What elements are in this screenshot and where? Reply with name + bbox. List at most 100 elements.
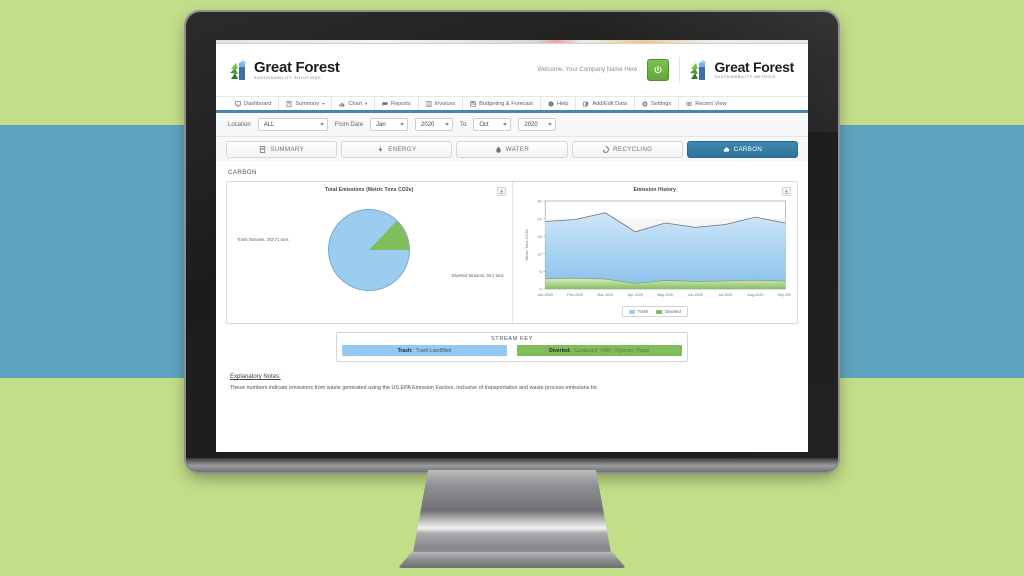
header-divider xyxy=(679,57,681,83)
tab-label: RECYCLING xyxy=(613,145,653,153)
metric-tabs: SUMMARY ENERGY WATER RECYCLING CARBON xyxy=(216,137,808,161)
brand-logo-right[interactable]: Great Forest SUSTAINABILITY METRICS xyxy=(690,58,794,82)
from-date-label: From Date xyxy=(334,121,364,128)
svg-text:18: 18 xyxy=(537,234,542,239)
summary-icon xyxy=(259,145,266,153)
legend-swatch-icon xyxy=(628,309,635,314)
chevron-down-icon xyxy=(319,123,324,126)
monitor-bottom-bar xyxy=(186,458,838,472)
to-year-select[interactable]: 2020 xyxy=(518,118,557,131)
nav-item-label: Budgeting & Forecast xyxy=(479,100,533,107)
svg-text:Apr-2020: Apr-2020 xyxy=(627,293,642,297)
stream-key-title: STREAM KEY xyxy=(490,336,534,342)
pie-chart[interactable] xyxy=(328,209,411,291)
from-month-select[interactable]: Jan xyxy=(370,118,409,131)
stream-key-diverted: Diverted: Cardboard, GMP, Organics, Pape… xyxy=(517,345,682,356)
svg-text:Metric Tons CO2e: Metric Tons CO2e xyxy=(524,228,529,261)
svg-text:May-2020: May-2020 xyxy=(657,293,674,297)
droplet-icon xyxy=(496,145,501,153)
pie-label-trash: Trash Streams, 203.71 tons xyxy=(237,237,289,242)
stream-key-diverted-label: Diverted: xyxy=(549,347,571,354)
legend-label: Diverted xyxy=(665,309,681,314)
brand-name: Great Forest xyxy=(254,59,340,76)
to-month-select[interactable]: Oct xyxy=(473,118,512,131)
legend-item-trash[interactable]: Trash xyxy=(628,309,649,314)
svg-text:Aug-2020: Aug-2020 xyxy=(747,293,763,297)
location-label: Location xyxy=(228,121,251,128)
bolt-icon xyxy=(378,145,383,153)
invoice-icon xyxy=(426,100,432,107)
stream-key-trash-value: Trash-Landfilled xyxy=(415,347,452,354)
total-emissions-title: Total Emissions (Metric Tons CO2e) xyxy=(325,187,414,193)
chevron-down-icon xyxy=(503,123,508,126)
eye-icon xyxy=(686,101,693,106)
svg-text:?: ? xyxy=(550,102,552,106)
tab-summary[interactable]: SUMMARY xyxy=(226,140,338,158)
explanatory-notes: Explanatory Notes: These numbers indicat… xyxy=(216,362,808,392)
tab-label: WATER xyxy=(505,145,530,153)
location-select[interactable]: ALL xyxy=(257,118,328,131)
nav-item-recent-view[interactable]: Recent View xyxy=(679,97,733,110)
tab-label: ENERGY xyxy=(388,145,417,153)
nav-item-chart[interactable]: Chart ▾ xyxy=(332,97,376,110)
calculator-icon xyxy=(470,100,476,107)
nav-item-budgeting-forecast[interactable]: Budgeting & Forecast xyxy=(463,97,541,110)
chevron-down-icon xyxy=(548,123,553,126)
filter-bar: Location ALL From Date Jan 2020 To Oct 2… xyxy=(216,113,808,137)
to-month-value: Oct xyxy=(479,121,489,128)
nav-item-invoices[interactable]: Invoices xyxy=(419,97,464,110)
from-year-value: 2020 xyxy=(421,121,435,128)
app-header: Great Forest SUSTAINABILITY SOLUTIONS We… xyxy=(216,44,808,96)
brand-logo-left[interactable]: Great Forest SUSTAINABILITY SOLUTIONS xyxy=(230,58,340,82)
nav-item-label: Chart xyxy=(348,100,363,107)
svg-text:Jul-2020: Jul-2020 xyxy=(718,293,732,297)
brand-subtitle-right: SUSTAINABILITY METRICS xyxy=(714,75,776,79)
great-forest-metrics-logo-icon xyxy=(690,60,710,82)
main-navigation: Dashboard Summary ▾ Chart ▾ Reports Invoices Bu… xyxy=(216,96,808,113)
tab-water[interactable]: WATER xyxy=(456,140,568,158)
to-date-label: To xyxy=(460,121,467,128)
legend-swatch-icon xyxy=(656,309,663,314)
nav-item-summary[interactable]: Summary ▾ xyxy=(279,97,333,110)
emission-history-chart[interactable]: 0 6 12 18 24 30 Metric Tons CO2e Jan-2020 Feb-20… xyxy=(519,195,793,305)
nav-item-reports[interactable]: Reports xyxy=(375,97,419,110)
brand-subtitle: SUSTAINABILITY SOLUTIONS xyxy=(254,76,322,80)
chevron-down-icon: ▾ xyxy=(322,101,325,106)
from-year-select[interactable]: 2020 xyxy=(415,118,454,131)
stream-key-rows: Trash: Trash-Landfilled Diverted: Cardbo… xyxy=(342,345,682,356)
tab-energy[interactable]: ENERGY xyxy=(341,140,453,158)
nav-item-help[interactable]: ? Help xyxy=(541,97,577,110)
legend-label: Trash xyxy=(637,309,649,314)
from-month-value: Jan xyxy=(376,121,386,128)
power-icon xyxy=(654,66,662,74)
svg-text:24: 24 xyxy=(537,216,542,221)
explanatory-notes-title: Explanatory Notes: xyxy=(230,374,281,380)
tab-recycling[interactable]: RECYCLING xyxy=(571,140,683,158)
main-content: CARBON Total Emissions (Metric Tons CO2e… xyxy=(216,161,808,393)
svg-text:0: 0 xyxy=(539,287,542,292)
stream-key-trash: Trash: Trash-Landfilled xyxy=(342,345,507,356)
stream-key-diverted-value: Cardboard, GMP, Organics, Paper xyxy=(573,347,650,354)
stream-key-panel: STREAM KEY Trash: Trash-Landfilled Diver… xyxy=(336,332,688,362)
power-button[interactable] xyxy=(647,59,670,81)
nav-item-label: Help xyxy=(556,100,569,107)
legend-item-diverted[interactable]: Diverted xyxy=(656,309,681,314)
brand-name-right: Great Forest xyxy=(714,59,794,75)
total-emissions-panel: Total Emissions (Metric Tons CO2e) Trash… xyxy=(227,182,513,323)
edit-icon xyxy=(583,101,590,106)
nav-item-settings[interactable]: Settings xyxy=(635,97,680,110)
chevron-down-icon xyxy=(445,123,450,126)
gear-icon xyxy=(642,100,648,107)
tab-label: SUMMARY xyxy=(270,145,305,153)
cloud-icon xyxy=(723,146,729,152)
page-title: CARBON xyxy=(228,169,257,176)
chart-legend: Trash Diverted xyxy=(519,306,792,317)
monitor-stand-base xyxy=(398,552,626,568)
tab-carbon[interactable]: CARBON xyxy=(686,140,799,158)
svg-text:Jan-2020: Jan-2020 xyxy=(537,293,553,297)
nav-item-label: Dashboard xyxy=(244,100,272,107)
nav-item-dashboard[interactable]: Dashboard xyxy=(228,97,280,110)
nav-item-add-edit-data[interactable]: Add/Edit Data xyxy=(576,97,635,110)
monitor-screen: Great Forest SUSTAINABILITY SOLUTIONS We… xyxy=(216,40,808,452)
great-forest-logo-icon xyxy=(230,60,250,82)
